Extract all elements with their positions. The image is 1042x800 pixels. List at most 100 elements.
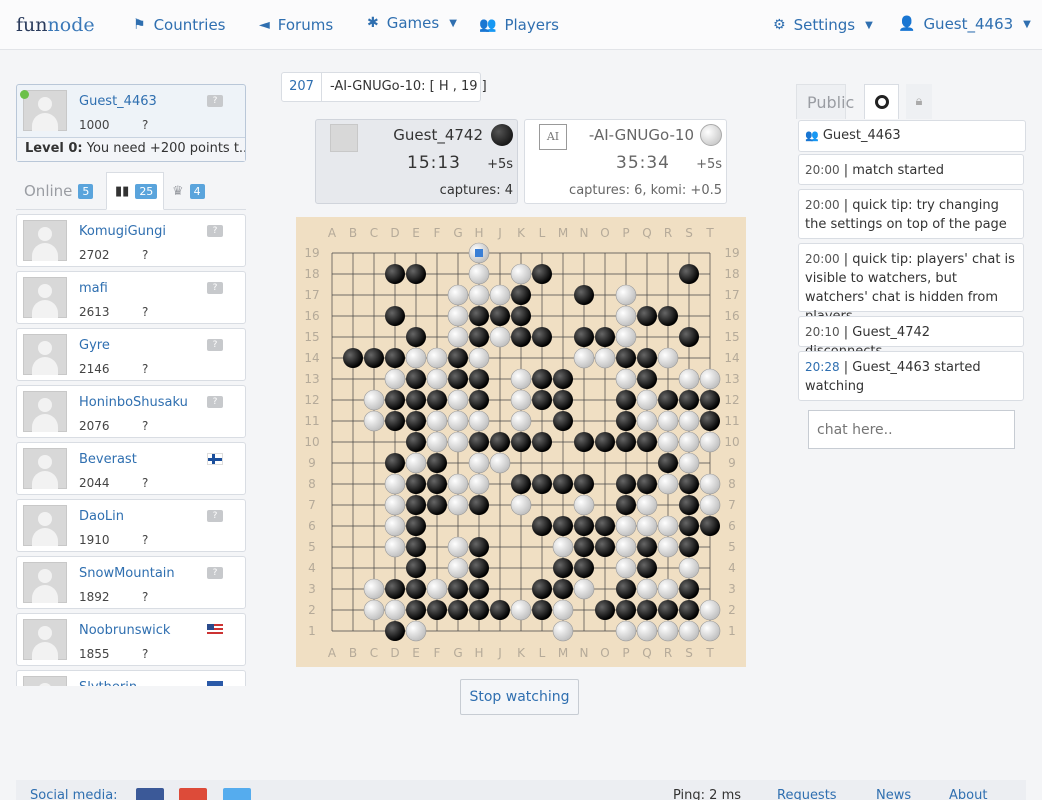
player-card[interactable]: DaoLin 1910?? [16, 499, 246, 552]
black-stone [406, 537, 426, 557]
white-player-name[interactable]: -AI-GNUGo-10 [589, 126, 694, 144]
megaphone-icon: ◄ [259, 17, 270, 33]
player-card[interactable]: HoninboShusaku 2076?? [16, 385, 246, 438]
social-media-label: Social media: [30, 788, 118, 800]
nav-forums[interactable]: ◄ Forums [259, 16, 333, 34]
player-rank: ? [142, 248, 149, 262]
nav-user[interactable]: 👤 Guest_4463 ▼ [898, 15, 1031, 33]
row-label: 14 [724, 351, 739, 365]
my-profile-card[interactable]: Guest_4463 1000 ? ? Level 0: You need +2… [16, 84, 246, 162]
lock-icon[interactable]: 🔒︎ [906, 84, 932, 119]
tab-online[interactable]: Online 5 [24, 172, 94, 210]
black-stone [385, 411, 405, 431]
tab-top[interactable]: ♛ 4 [172, 172, 205, 210]
player-card[interactable]: Beverast 2044? [16, 442, 246, 495]
black-stone [427, 453, 447, 473]
tab-game-chat[interactable] [864, 84, 899, 119]
row-label: 19 [724, 246, 739, 260]
user-icon: 👤 [898, 16, 916, 32]
black-stone [427, 390, 447, 410]
go-board[interactable]: A A B B C C D D E E F F G G H H J J K K L L M M N N O O P P Q Q R R S S T T 19… [296, 217, 746, 667]
row-label: 17 [304, 288, 319, 302]
row-label: 4 [308, 561, 316, 575]
white-stone [573, 578, 595, 600]
chevron-down-icon: ▼ [865, 19, 873, 31]
black-stone [616, 348, 636, 368]
player-name[interactable]: SnowMountain [79, 566, 175, 581]
tab-ranked[interactable]: ▮▮ 25 [106, 172, 164, 210]
avatar [23, 391, 67, 432]
player-name[interactable]: KomugiGungi [79, 224, 166, 239]
last-move-marker [475, 249, 483, 257]
player-rating: 2076 [79, 419, 110, 433]
player-card[interactable]: Noobrunswick 1855? [16, 613, 246, 666]
player-name[interactable]: HoninboShusaku [79, 395, 188, 410]
white-stone [657, 473, 679, 495]
users-icon: 👥 [479, 17, 497, 33]
column-label: O [600, 226, 609, 240]
black-stone [511, 432, 531, 452]
player-rating: 1892 [79, 590, 110, 604]
chat-input[interactable] [808, 410, 1015, 449]
column-label: T [705, 646, 714, 660]
footer-link-news[interactable]: News [876, 788, 911, 800]
row-label: 16 [724, 309, 739, 323]
footer-link-about[interactable]: About [949, 788, 987, 800]
google-plus-icon[interactable] [179, 788, 207, 800]
white-stone [678, 452, 700, 474]
black-player-name[interactable]: Guest_4742 [393, 126, 483, 144]
player-card[interactable]: mafi 2613?? [16, 271, 246, 324]
white-stone [447, 326, 469, 348]
black-stone [469, 579, 489, 599]
black-stone [385, 621, 405, 641]
last-move-bar: 207 -AI-GNUGo-10: [ H , 19 ] [281, 72, 487, 102]
white-stone [384, 515, 406, 537]
black-stone [385, 453, 405, 473]
player-card[interactable]: Slytherin [16, 670, 246, 686]
nav-settings[interactable]: ⚙ Settings ▼ [773, 16, 873, 34]
black-stone [658, 453, 678, 473]
level-progress: Level 0: You need +200 points t... [17, 137, 245, 161]
white-stone [699, 368, 721, 390]
row-label: 8 [308, 477, 316, 491]
ping-status: Ping: 2 ms [673, 788, 742, 800]
player-name[interactable]: mafi [79, 281, 108, 296]
player-name[interactable]: Noobrunswick [79, 623, 170, 638]
facebook-icon[interactable] [136, 788, 164, 800]
chat-message: 20:00 | quick tip: players' chat is visi… [798, 243, 1024, 324]
white-captures: captures: 6, komi: +0.5 [569, 183, 722, 198]
black-stone [343, 348, 363, 368]
avatar [23, 277, 67, 318]
footer-link-requests[interactable]: Requests [777, 788, 837, 800]
stop-watching-button[interactable]: Stop watching [460, 679, 579, 715]
player-card[interactable]: SnowMountain 1892?? [16, 556, 246, 609]
nav-games[interactable]: ✱ Games ▼ [367, 14, 457, 32]
column-label: J [497, 226, 502, 240]
move-number[interactable]: 207 [282, 73, 322, 101]
chat-text: match started [852, 163, 945, 178]
white-clock: 35:34 [616, 153, 670, 173]
logo[interactable]: funnode [16, 14, 95, 36]
row-label: 3 [728, 582, 736, 596]
my-name[interactable]: Guest_4463 [79, 94, 157, 109]
white-stone [405, 452, 427, 474]
column-label: G [453, 226, 462, 240]
tab-public[interactable]: Public [796, 84, 854, 119]
player-list[interactable]: KomugiGungi 2702?? mafi 2613?? Gyre 2146?? Hon… [16, 214, 246, 686]
column-label: A [328, 646, 337, 660]
player-name[interactable]: Gyre [79, 338, 110, 353]
my-rank: ? [142, 118, 149, 132]
white-stone [573, 347, 595, 369]
nav-players[interactable]: 👥 Players [479, 16, 559, 34]
player-name[interactable]: Slytherin [79, 680, 137, 686]
nav-countries[interactable]: ⚑ Countries [133, 16, 226, 34]
player-name[interactable]: Beverast [79, 452, 137, 467]
player-card[interactable]: KomugiGungi 2702?? [16, 214, 246, 267]
black-captures: captures: 4 [439, 183, 513, 198]
white-stone [363, 578, 385, 600]
player-name[interactable]: DaoLin [79, 509, 124, 524]
player-card[interactable]: Gyre 2146?? [16, 328, 246, 381]
column-label: S [685, 646, 693, 660]
flag-icon: ⚑ [133, 17, 146, 33]
twitter-icon[interactable] [223, 788, 251, 800]
